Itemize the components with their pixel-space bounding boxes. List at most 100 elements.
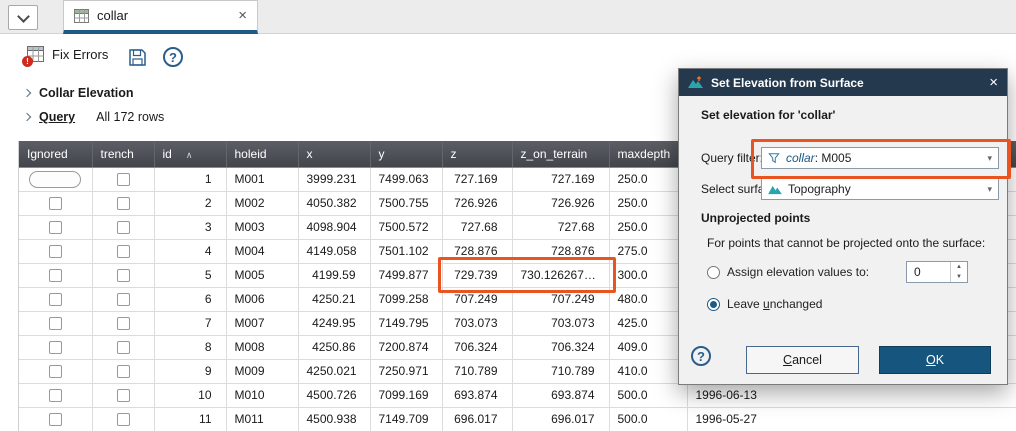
- cell-holeid: M004: [226, 239, 298, 263]
- ignored-checkbox[interactable]: [49, 197, 62, 210]
- dialog-title: Set Elevation from Surface: [711, 76, 864, 90]
- column-header-x[interactable]: x: [298, 141, 370, 167]
- cell-z_on_terrain: 703.073: [512, 311, 609, 335]
- spin-up-icon[interactable]: ▲: [951, 262, 967, 272]
- trench-checkbox[interactable]: [117, 221, 130, 234]
- trench-checkbox[interactable]: [117, 173, 130, 186]
- trench-checkbox[interactable]: [117, 317, 130, 330]
- trench-checkbox[interactable]: [117, 365, 130, 378]
- column-header-holeid[interactable]: holeid: [226, 141, 298, 167]
- trench-checkbox[interactable]: [117, 197, 130, 210]
- chevron-right-icon: [23, 89, 31, 97]
- elevation-value-spinner[interactable]: 0 ▲ ▼: [906, 261, 968, 283]
- ignored-checkbox[interactable]: [49, 221, 62, 234]
- ignored-checkbox[interactable]: [49, 245, 62, 258]
- trench-checkbox[interactable]: [117, 389, 130, 402]
- ignored-checkbox[interactable]: [49, 413, 62, 426]
- column-header-z[interactable]: z: [442, 141, 512, 167]
- cell-id: 11: [154, 407, 226, 431]
- save-button[interactable]: [124, 44, 150, 70]
- cell-trench: [92, 239, 154, 263]
- cell-ignored: [19, 239, 92, 263]
- trench-checkbox[interactable]: [117, 245, 130, 258]
- query-section-header[interactable]: Query All 172 rows: [24, 110, 164, 124]
- cell-x: 4500.726: [298, 383, 370, 407]
- radio-selected-icon[interactable]: [707, 298, 720, 311]
- cell-z_on_terrain: 693.874: [512, 383, 609, 407]
- column-header-maxdepth[interactable]: maxdepth: [609, 141, 687, 167]
- cell-maxdepth: 250.0: [609, 167, 687, 191]
- tab-list-dropdown-button[interactable]: [8, 5, 38, 30]
- cell-x: 4249.95: [298, 311, 370, 335]
- cell-z: 729.739: [442, 263, 512, 287]
- chevron-down-icon: ▾: [987, 184, 992, 195]
- trench-checkbox[interactable]: [117, 341, 130, 354]
- cell-x: 4050.382: [298, 191, 370, 215]
- collar-elevation-section-header[interactable]: Collar Elevation: [24, 86, 133, 100]
- column-header-y[interactable]: y: [370, 141, 442, 167]
- trench-checkbox[interactable]: [117, 413, 130, 426]
- cell-z: 710.789: [442, 359, 512, 383]
- cell-id: 9: [154, 359, 226, 383]
- cell-z: 696.017: [442, 407, 512, 431]
- cell-maxdepth: 409.0: [609, 335, 687, 359]
- column-header-z_on_terrain[interactable]: z_on_terrain: [512, 141, 609, 167]
- spin-down-icon[interactable]: ▼: [951, 272, 967, 282]
- ignored-checkbox[interactable]: [49, 269, 62, 282]
- assign-elevation-radio-option[interactable]: Assign elevation values to:: [707, 265, 869, 279]
- cell-maxdepth: 250.0: [609, 215, 687, 239]
- cell-x: 4500.938: [298, 407, 370, 431]
- select-surface-value: Topography: [788, 182, 851, 196]
- cell-id: 6: [154, 287, 226, 311]
- help-button[interactable]: ?: [160, 44, 186, 70]
- dialog-help-button[interactable]: ?: [691, 346, 711, 366]
- cell-x: 4199.59: [298, 263, 370, 287]
- column-header-id[interactable]: id∧: [154, 141, 226, 167]
- ignored-checkbox[interactable]: [49, 317, 62, 330]
- table-error-icon: !: [26, 45, 45, 64]
- leave-unchanged-radio-option[interactable]: Leave unchanged: [707, 297, 822, 311]
- cell-trench: [92, 287, 154, 311]
- cell-y: 7499.063: [370, 167, 442, 191]
- cancel-button[interactable]: Cancel: [746, 346, 859, 374]
- cell-date: 1996-06-13: [687, 383, 1016, 407]
- trench-checkbox[interactable]: [117, 293, 130, 306]
- cell-holeid: M008: [226, 335, 298, 359]
- column-header-Ignored[interactable]: Ignored: [19, 141, 92, 167]
- elevation-value[interactable]: 0: [907, 262, 950, 282]
- cell-id: 7: [154, 311, 226, 335]
- cell-z_on_terrain: 710.789: [512, 359, 609, 383]
- cell-holeid: M006: [226, 287, 298, 311]
- cell-ignored: [19, 311, 92, 335]
- ignored-checkbox[interactable]: [49, 389, 62, 402]
- cell-holeid: M007: [226, 311, 298, 335]
- cell-ignored: [19, 215, 92, 239]
- fix-errors-button[interactable]: ! Fix Errors: [26, 45, 108, 64]
- chevron-down-icon: [17, 10, 30, 23]
- cell-z: 728.876: [442, 239, 512, 263]
- ignored-checkbox[interactable]: [49, 365, 62, 378]
- select-surface-combobox[interactable]: Topography ▾: [761, 178, 999, 200]
- cell-holeid: M011: [226, 407, 298, 431]
- dialog-close-icon[interactable]: ×: [989, 75, 998, 90]
- query-link[interactable]: Query: [39, 110, 75, 124]
- column-header-trench[interactable]: trench: [92, 141, 154, 167]
- ok-button[interactable]: OK: [879, 346, 991, 374]
- table-row: 11M0114500.9387149.709696.017696.017500.…: [19, 407, 1016, 431]
- query-filter-combobox[interactable]: collar: M005 ▾: [761, 147, 999, 169]
- ignored-checkbox[interactable]: [49, 341, 62, 354]
- tab-collar[interactable]: collar ×: [63, 0, 258, 34]
- trench-checkbox[interactable]: [117, 269, 130, 282]
- cell-holeid: M009: [226, 359, 298, 383]
- cell-z_on_terrain: 728.876: [512, 239, 609, 263]
- radio-unselected-icon[interactable]: [707, 266, 720, 279]
- dialog-titlebar[interactable]: Set Elevation from Surface ×: [679, 69, 1007, 96]
- cell-ignored: [19, 335, 92, 359]
- ignored-checkbox[interactable]: [49, 293, 62, 306]
- query-filter-label: Query filter:: [701, 151, 763, 165]
- ignored-checkbox-focused[interactable]: [29, 171, 81, 188]
- cell-maxdepth: 425.0: [609, 311, 687, 335]
- cell-date: 1996-05-27: [687, 407, 1016, 431]
- tab-close-icon[interactable]: ×: [238, 8, 247, 23]
- cell-y: 7501.102: [370, 239, 442, 263]
